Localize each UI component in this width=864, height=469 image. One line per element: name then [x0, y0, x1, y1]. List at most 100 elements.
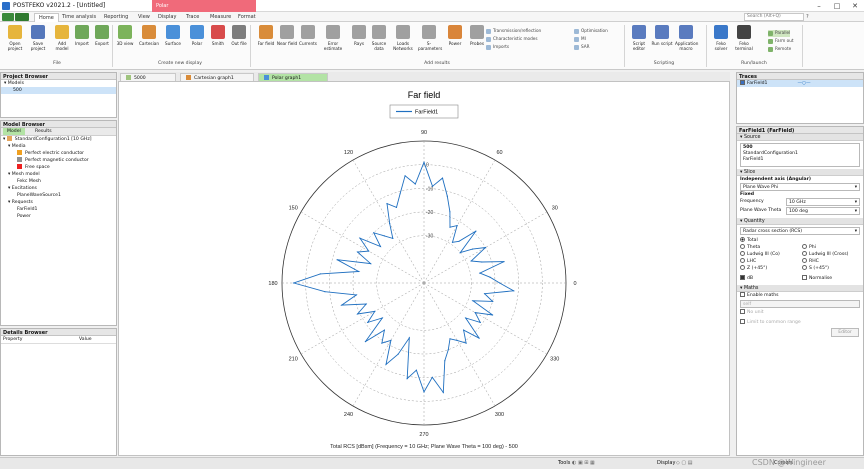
polar-button[interactable]: Polar	[186, 25, 208, 59]
sar-button[interactable]: SAR	[574, 44, 590, 51]
quick-access-run-button[interactable]	[15, 13, 29, 21]
chart-legend[interactable]: FarField1	[389, 104, 459, 119]
minimize-button[interactable]: –	[810, 0, 828, 12]
editor-button[interactable]: Editor	[831, 328, 859, 337]
status-tools-icons[interactable]: ◐ ▣ ⊞ ▦	[572, 460, 595, 466]
source-section[interactable]: ▾ Source	[737, 134, 863, 141]
search-input[interactable]: Search (Alt+Q)	[744, 13, 804, 21]
quick-access-menu-button[interactable]	[2, 13, 14, 21]
export-button[interactable]: Export	[91, 25, 113, 59]
status-display-icons[interactable]: ◇ ▢ ▤	[676, 460, 692, 466]
far-field-button[interactable]: Far field	[255, 25, 277, 59]
maximize-button[interactable]: □	[828, 0, 846, 12]
radio-phi[interactable]: Phi	[802, 244, 816, 250]
script-editor-button[interactable]: Script editor	[628, 25, 650, 59]
loads-networks-button[interactable]: Loads Networks	[392, 25, 414, 59]
radio-s-45[interactable]: S (+45°)	[802, 265, 829, 271]
limit-range-checkbox[interactable]: Limit to common range	[737, 319, 863, 326]
source-data-button[interactable]: Source data	[368, 25, 390, 59]
smith-button[interactable]: Smith	[207, 25, 229, 59]
maths-section[interactable]: ▾ Maths	[737, 285, 863, 292]
tree-models[interactable]: ▾ Models	[1, 80, 116, 87]
tree-item-free-space[interactable]: Free space	[1, 164, 116, 171]
tree-item-fekc-mesh[interactable]: Fekc Mesh	[1, 178, 116, 185]
close-button[interactable]: ✕	[846, 0, 864, 12]
optimisation-button[interactable]: Optimisation	[574, 28, 608, 35]
error-estimate-button[interactable]: Error estimate	[322, 25, 344, 59]
tree-model-item[interactable]: 500	[1, 87, 116, 94]
probes-button[interactable]: Probes	[466, 25, 488, 59]
tree-item-perfect-magnetic-conductor[interactable]: Perfect magnetic conductor	[1, 157, 116, 164]
surface-button[interactable]: Surface	[162, 25, 184, 59]
power-button[interactable]: Power	[444, 25, 466, 59]
tree-section-mesh-model[interactable]: ▾ Mesh model	[1, 171, 116, 178]
tree-section-media[interactable]: ▾ Media	[1, 143, 116, 150]
add-model-button[interactable]: Add model	[51, 25, 73, 59]
quantity-select[interactable]: Radar cross section (RCS) ▾	[740, 227, 860, 235]
source-box[interactable]: 500 StandardConfiguration1 FarField1	[740, 143, 860, 167]
feko-terminal-button[interactable]: Feko terminal	[733, 25, 755, 59]
feko-solver-button[interactable]: Feko solver	[710, 25, 732, 59]
frequency-select[interactable]: 10 GHz ▾	[786, 198, 860, 206]
independent-axis-select[interactable]: Plane Wave Phi ▾	[740, 183, 860, 191]
theta-select[interactable]: 100 deg ▾	[786, 207, 860, 215]
characteristic-modes-button[interactable]: Characteristic modes	[486, 36, 538, 43]
application-macro-button[interactable]: Application macro	[675, 25, 698, 59]
slice-section[interactable]: ▾ Slice	[737, 169, 863, 176]
tree-item-planewavesource1[interactable]: PlaneWaveSource1	[1, 192, 116, 199]
save-project-button[interactable]: Save project	[27, 25, 49, 59]
tab-results[interactable]: Results	[31, 128, 56, 135]
radio-z-45[interactable]: Z (+45°)	[740, 265, 767, 271]
currents-button[interactable]: Currents	[297, 25, 319, 59]
help-icon[interactable]: ?	[806, 14, 809, 20]
db-checkbox[interactable]: dB	[740, 275, 753, 281]
tab-view[interactable]: View	[134, 13, 154, 22]
open-project-button[interactable]: Open project	[4, 25, 26, 59]
status-display-label[interactable]: Display	[657, 460, 675, 466]
radio-theta[interactable]: Theta	[740, 244, 760, 250]
near-field-button[interactable]: Near field	[276, 25, 298, 59]
transmission-reflection-button[interactable]: Transmission/reflection	[486, 28, 541, 35]
tree-config[interactable]: ▾ StandardConfiguration1 [10 GHz]	[1, 136, 116, 143]
tab-trace[interactable]: Trace	[182, 13, 203, 22]
quantity-section[interactable]: ▾ Quantity	[737, 218, 863, 225]
tab-measure[interactable]: Measure	[206, 13, 235, 22]
tree-item-farfield1[interactable]: FarField1	[1, 206, 116, 213]
tree-item-power[interactable]: Power	[1, 213, 116, 220]
radio-lhc[interactable]: LHC	[740, 258, 756, 264]
polar-plot-area[interactable]: Far field FarField1 0 -10 -20 -30 0 30 60 90 120 15…	[118, 81, 730, 456]
farm-out-toggle[interactable]: Farm out	[768, 38, 794, 45]
doc-tab-cartesian[interactable]: Cartesian graph1	[180, 73, 254, 81]
imports-button[interactable]: Imports	[486, 44, 509, 51]
maths-expression-input[interactable]: self	[740, 300, 860, 308]
s-parameters-button[interactable]: S-parameters	[418, 25, 442, 59]
parallel-toggle[interactable]: Parallel	[768, 30, 791, 37]
tab-home[interactable]: Home	[34, 13, 59, 22]
radio-ludwig-iii-cross[interactable]: Ludwig III (Cross)	[802, 251, 848, 257]
remote-toggle[interactable]: Remote	[768, 46, 791, 53]
tab-format[interactable]: Format	[234, 13, 260, 22]
doc-tab-3d[interactable]: 5000	[120, 73, 176, 81]
tab-reporting[interactable]: Reporting	[100, 13, 132, 22]
tab-model[interactable]: Model	[3, 128, 25, 135]
radio-rhc[interactable]: RHC	[802, 258, 819, 264]
trace-item[interactable]: FarField1 —○—	[737, 80, 863, 87]
tab-time-analysis[interactable]: Time analysis	[58, 13, 100, 22]
out-file-button[interactable]: Out file	[228, 25, 250, 59]
status-tools-label[interactable]: Tools	[558, 460, 570, 466]
tree-section-excitations[interactable]: ▾ Excitations	[1, 185, 116, 192]
tree-section-requests[interactable]: ▾ Requests	[1, 199, 116, 206]
import-button[interactable]: Import	[71, 25, 93, 59]
no-unit-checkbox[interactable]: No unit	[737, 309, 863, 316]
enable-maths-checkbox[interactable]: Enable maths	[737, 292, 863, 299]
contextual-tab-polar[interactable]: Polar	[152, 0, 256, 12]
series-line-farfield1[interactable]	[292, 161, 516, 394]
tree-item-perfect-electric-conductor[interactable]: Perfect electric conductor	[1, 150, 116, 157]
mi-button[interactable]: MI	[574, 36, 586, 43]
run-script-button[interactable]: Run script	[651, 25, 673, 59]
radio-ludwig-iii-co[interactable]: Ludwig III (Co)	[740, 251, 780, 257]
3d-view-button[interactable]: 3D view	[114, 25, 136, 59]
radio-total[interactable]: Total	[740, 237, 758, 243]
tab-display[interactable]: Display	[154, 13, 180, 22]
trace-visible-checkbox[interactable]	[740, 80, 745, 85]
